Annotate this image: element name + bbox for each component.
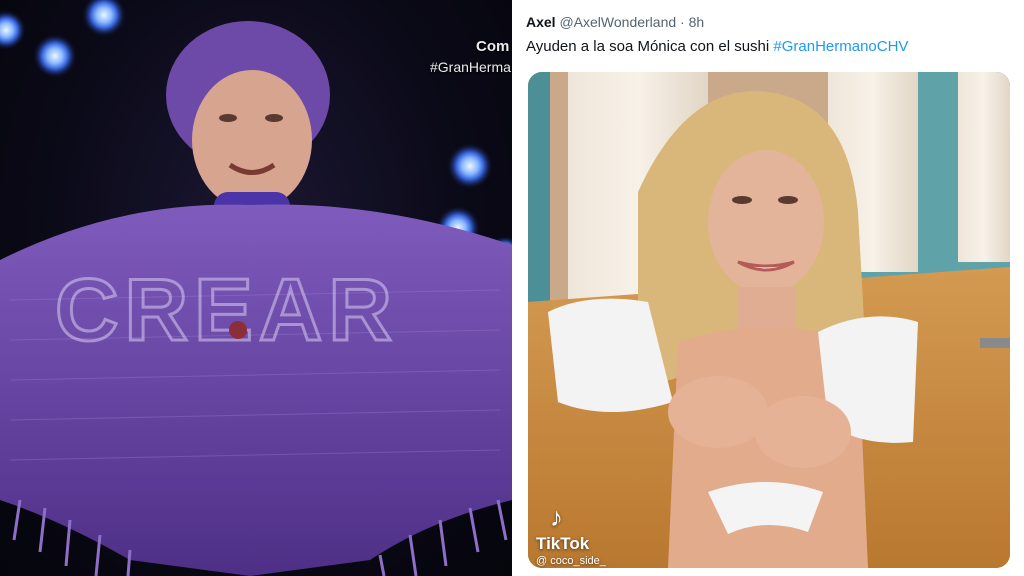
tiktok-watermark: ♪ TikTok @ coco_side_ (536, 504, 606, 567)
tweet-body: Ayuden a la soa Mónica con el sushi (526, 38, 774, 55)
tweet-timestamp[interactable]: 8h (689, 14, 705, 30)
tv-hashtag-caption: #GranHerma (430, 59, 511, 75)
floor-vent (980, 338, 1010, 348)
tiktok-icon: ♪ (550, 502, 563, 532)
poncho-lettering: CREAR (55, 260, 398, 359)
tiktok-username: @ coco_side_ (536, 555, 606, 567)
tweet-hashtag-link[interactable]: #GranHermanoCHV (773, 38, 908, 55)
tv-frame-panel: CREAR Com #GranHerma (0, 0, 512, 576)
brooch (229, 321, 247, 339)
hand (755, 396, 851, 468)
curtain (958, 72, 1010, 262)
tweet-text: Ayuden a la soa Mónica con el sushi #Gra… (526, 38, 908, 55)
tweet-media-video[interactable]: ♪ TikTok @ coco_side_ (528, 72, 1010, 568)
tweet-separator: · (680, 14, 685, 30)
stage-light (33, 34, 77, 78)
tweet-header: Axel @AxelWonderland · 8h (526, 14, 704, 30)
stage-light (447, 143, 493, 189)
stage-light (82, 0, 126, 37)
hand (668, 376, 768, 448)
tv-caption: Com (476, 38, 510, 55)
tiktok-label: TikTok (536, 534, 590, 553)
stage-light (0, 10, 26, 50)
tweet-author-name[interactable]: Axel (526, 14, 556, 30)
face (192, 70, 312, 210)
tweet-author-handle[interactable]: @AxelWonderland (559, 14, 676, 30)
face (708, 150, 824, 294)
stage-scene: CREAR (0, 0, 512, 576)
tweet-card: Axel @AxelWonderland · 8h Ayuden a la so… (512, 0, 1024, 576)
video-frame (528, 72, 1010, 568)
